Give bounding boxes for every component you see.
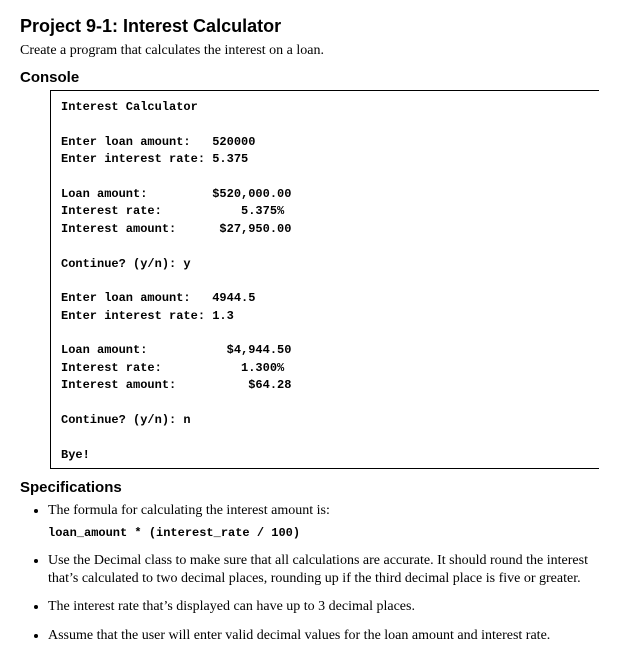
page-title: Project 9-1: Interest Calculator (20, 16, 599, 37)
run2-prompt-rate: Enter interest rate: 1.3 (61, 309, 234, 323)
run1-out-amount: Loan amount: $520,000.00 (61, 187, 291, 201)
run1-prompt-amount: Enter loan amount: 520000 (61, 135, 255, 149)
console-heading: Console (20, 69, 599, 86)
run2-out-rate: Interest rate: 1.300% (61, 361, 284, 375)
run1-out-rate: Interest rate: 5.375% (61, 204, 284, 218)
specs-list: The formula for calculating the interest… (20, 502, 599, 645)
run1-continue: Continue? (y/n): y (61, 257, 191, 271)
run1-prompt-rate: Enter interest rate: 5.375 (61, 152, 248, 166)
spec-item-4: Assume that the user will enter valid de… (48, 627, 599, 645)
console-container: Interest Calculator Enter loan amount: 5… (50, 90, 599, 469)
console-bye: Bye! (61, 448, 90, 462)
run2-out-amount: Loan amount: $4,944.50 (61, 343, 291, 357)
specs-heading: Specifications (20, 479, 599, 496)
console-header: Interest Calculator (61, 100, 198, 114)
run1-out-interest: Interest amount: $27,950.00 (61, 222, 291, 236)
spec-item-1: The formula for calculating the interest… (48, 502, 599, 542)
run2-out-interest: Interest amount: $64.28 (61, 378, 291, 392)
run2-continue: Continue? (y/n): n (61, 413, 191, 427)
console-output: Interest Calculator Enter loan amount: 5… (50, 90, 599, 469)
spec-item-1-formula: loan_amount * (interest_rate / 100) (48, 526, 599, 542)
spec-item-1-text: The formula for calculating the interest… (48, 503, 330, 518)
intro-text: Create a program that calculates the int… (20, 43, 599, 59)
spec-item-3: The interest rate that’s displayed can h… (48, 598, 599, 616)
spec-item-2: Use the Decimal class to make sure that … (48, 552, 599, 588)
run2-prompt-amount: Enter loan amount: 4944.5 (61, 291, 255, 305)
